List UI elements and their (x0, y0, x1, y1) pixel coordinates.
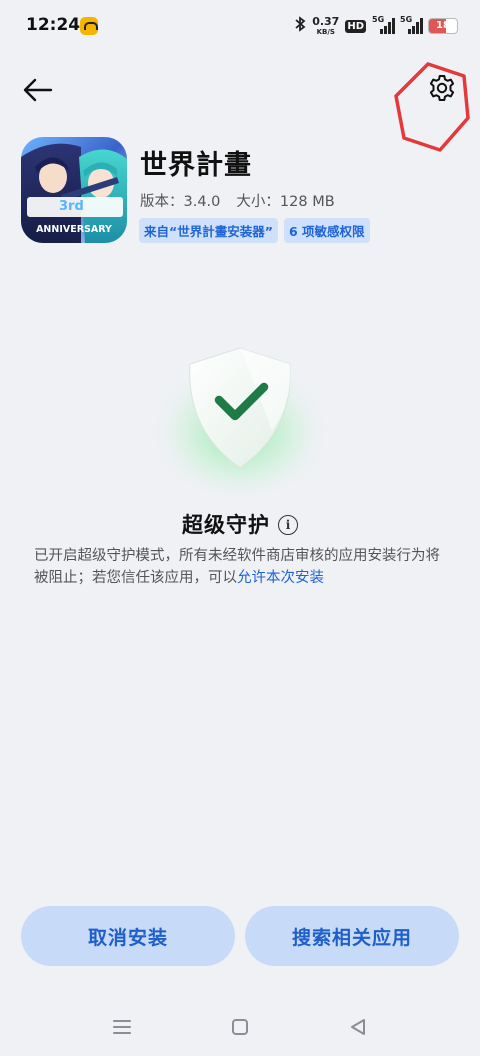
hd-volte-icon: HD (345, 19, 366, 33)
nav-back-button[interactable] (347, 1016, 369, 1038)
gear-icon (429, 75, 455, 101)
app-version: 版本：3.4.0 (140, 194, 221, 210)
network-speed: 0.37 KB/S (312, 14, 340, 37)
signal-5g-icon-1: 5G (372, 15, 395, 34)
signal-label-1: 5G (372, 15, 385, 24)
arrow-left-icon (23, 78, 53, 102)
status-icons: 0.37 KB/S HD 5G 5G 18 (294, 12, 458, 40)
app-meta: 版本：3.4.0 大小：128 MB (140, 190, 351, 211)
network-speed-unit: KB/S (316, 27, 335, 36)
app-name: 世界計畫 (140, 150, 252, 181)
menu-icon (113, 1020, 131, 1034)
app-icon: 3rd ANNIVERSARY (21, 137, 127, 243)
app-icon-number-text: 3rd (59, 199, 84, 214)
battery-level: 18 (436, 20, 450, 31)
shield-check-icon (150, 330, 330, 500)
protection-title: 超级守护 (182, 513, 270, 537)
battery-icon: 18 (428, 18, 458, 34)
status-bar: 12:24 0.37 KB/S HD 5G 5G 18 (0, 0, 480, 52)
home-button[interactable] (229, 1016, 251, 1038)
app-tags: 来自“世界計畫安装器” 6 项敏感权限 (139, 218, 370, 243)
signal-label-2: 5G (400, 15, 413, 24)
protection-title-row: 超级守护 i (0, 509, 480, 539)
app-size: 大小：128 MB (236, 194, 335, 210)
permissions-tag[interactable]: 6 项敏感权限 (283, 218, 370, 243)
back-triangle-icon (351, 1019, 365, 1035)
system-nav-bar (0, 1012, 480, 1042)
menu-button[interactable] (111, 1016, 133, 1038)
protection-description: 已开启超级守护模式，所有未经软件商店审核的应用安装行为将被阻止；若您信任该应用，… (34, 545, 450, 589)
settings-button[interactable] (422, 68, 462, 108)
status-time: 12:24 (26, 15, 81, 35)
allow-install-link[interactable]: 允许本次安装 (237, 570, 324, 586)
signal-5g-icon-2: 5G (400, 15, 423, 34)
info-icon[interactable]: i (278, 515, 298, 535)
network-speed-value: 0.37 (312, 14, 340, 28)
search-related-apps-button[interactable]: 搜索相关应用 (245, 906, 459, 966)
back-button[interactable] (18, 70, 58, 110)
bluetooth-icon (294, 16, 306, 36)
cancel-install-button[interactable]: 取消安装 (21, 906, 235, 966)
home-square-icon (232, 1019, 248, 1035)
app-icon-banner-text: ANNIVERSARY (36, 224, 112, 235)
notification-app-icon (80, 17, 98, 35)
source-tag[interactable]: 来自“世界計畫安装器” (139, 218, 278, 243)
